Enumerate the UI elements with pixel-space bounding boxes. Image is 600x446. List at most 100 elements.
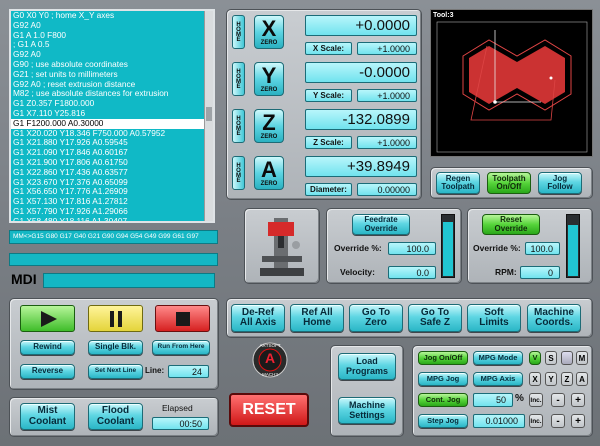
reset-override-button[interactable]: Reset Override — [482, 214, 540, 235]
reset-button[interactable]: RESET — [229, 393, 309, 427]
feedrate-override-button[interactable]: Feedrate Override — [352, 214, 410, 235]
gcode-line[interactable]: ; G1 A 0.5 — [11, 40, 213, 50]
jog-x-button[interactable]: X — [529, 372, 541, 386]
reverse-button[interactable]: Reverse — [20, 364, 75, 379]
axis-function-button-4[interactable]: Soft Limits — [467, 304, 521, 332]
logo-letter: A — [264, 350, 276, 366]
axis-function-button-0[interactable]: De-Ref All Axis — [231, 304, 285, 332]
mpg-jog-button[interactable]: MPG Jog — [418, 372, 468, 386]
zero-y-button[interactable]: Y ZERO — [254, 62, 284, 96]
gcode-listing[interactable]: G0 X0 Y0 ; home X_Y axes G92 A0 G1 A 1.0 F… — [9, 9, 215, 223]
zero-label: ZERO — [260, 40, 278, 46]
rewind-button[interactable]: Rewind — [20, 340, 75, 355]
single-block-button[interactable]: Single Blk. — [88, 340, 143, 355]
set-next-line-button[interactable]: Set Next Line — [88, 364, 143, 379]
jog-percent-minus-button[interactable]: - — [551, 393, 565, 407]
zero-x-button[interactable]: X ZERO — [254, 15, 284, 49]
machine-table — [262, 256, 302, 262]
toolpath-origin — [493, 100, 497, 104]
jog-s-button[interactable]: S — [545, 351, 557, 365]
home-label: HOME — [235, 69, 242, 89]
logo-top-text: ARTSOFT — [259, 343, 281, 348]
jog-onoff-button[interactable]: Jog On/Off — [418, 351, 468, 365]
home-x-button[interactable]: HOME — [232, 15, 245, 49]
dro-a-sub-value[interactable]: 0.00000 — [357, 183, 417, 196]
home-label: HOME — [235, 22, 242, 42]
mdi-label: MDI — [11, 271, 37, 287]
mpg-axis-button[interactable]: MPG Axis — [473, 372, 523, 386]
jog-percent-sign: % — [515, 393, 524, 404]
rpm-value: 0 — [520, 266, 560, 279]
machine-icon — [260, 218, 304, 276]
gcode-line[interactable]: G1 X58.480 Y18.116 A1.30407 — [11, 216, 213, 221]
home-y-button[interactable]: HOME — [232, 62, 245, 96]
dro-z-value[interactable]: -132.0899 — [305, 109, 417, 130]
jog-step-value[interactable]: 0.01000 — [473, 414, 525, 428]
jog-follow-button[interactable]: Jog Follow — [538, 172, 582, 194]
cycle-start-button[interactable] — [20, 305, 75, 332]
load-programs-button[interactable]: Load Programs — [338, 353, 396, 380]
status-bar — [9, 253, 218, 266]
axis-function-button-3[interactable]: Go To Safe Z — [408, 304, 462, 332]
cont-jog-button[interactable]: Cont. Jog — [418, 393, 468, 407]
zero-a-button[interactable]: A ZERO — [254, 156, 284, 190]
run-from-here-button[interactable]: Run From Here — [152, 340, 210, 355]
spindle-override-value[interactable]: 100.0 — [525, 242, 560, 255]
axis-function-button-5[interactable]: Machine Coords. — [527, 304, 581, 332]
home-z-button[interactable]: HOME — [232, 109, 245, 143]
logo-bottom-text: MACH3 — [262, 372, 278, 377]
spindle-slider-fill — [568, 225, 578, 276]
jog-percent-inc-button[interactable]: Inc. — [529, 393, 543, 407]
jog-percent-plus-button[interactable]: + — [571, 393, 585, 407]
home-a-button[interactable]: HOME — [232, 156, 245, 190]
step-jog-button[interactable]: Step Jog — [418, 414, 468, 428]
velocity-value: 0.0 — [388, 266, 436, 279]
axis-function-button-1[interactable]: Ref All Home — [290, 304, 344, 332]
dro-y-sub-value[interactable]: +1.0000 — [357, 89, 417, 102]
stop-button[interactable] — [155, 305, 210, 332]
toolpath-graphic — [436, 21, 588, 153]
mpg-mode-button[interactable]: MPG Mode — [473, 351, 523, 365]
machine-settings-button[interactable]: Machine Settings — [338, 397, 396, 424]
jog-step-inc-button[interactable]: Inc. — [529, 414, 543, 428]
jog-y-button[interactable]: Y — [545, 372, 557, 386]
mdi-input[interactable] — [43, 273, 215, 288]
dro-y-value[interactable]: -0.0000 — [305, 62, 417, 83]
pause-icon — [109, 310, 122, 327]
line-value[interactable]: 24 — [168, 365, 209, 378]
zero-label: ZERO — [260, 134, 278, 140]
zero-z-button[interactable]: Z ZERO — [254, 109, 284, 143]
feed-hold-button[interactable] — [88, 305, 143, 332]
gcode-line[interactable]: G0 X0 Y0 ; home X_Y axes — [11, 11, 213, 21]
dro-a-sub-label: Diameter: — [305, 183, 352, 196]
scrollbar-thumb[interactable] — [206, 107, 212, 121]
elapsed-label: Elapsed — [162, 403, 193, 413]
jog-step-minus-button[interactable]: - — [551, 414, 565, 428]
feedrate-slider[interactable] — [441, 214, 455, 278]
spindle-slider[interactable] — [566, 214, 580, 278]
jog-step-plus-button[interactable]: + — [571, 414, 585, 428]
jog-m-button[interactable]: M — [576, 351, 588, 365]
home-label: HOME — [235, 163, 242, 183]
dro-a-value[interactable]: +39.8949 — [305, 156, 417, 177]
zero-label: ZERO — [260, 181, 278, 187]
axis-function-button-2[interactable]: Go To Zero — [349, 304, 403, 332]
spindle-override-label: Override %: — [473, 243, 521, 253]
gcode-scrollbar[interactable] — [204, 11, 213, 221]
dro-x-value[interactable]: +0.0000 — [305, 15, 417, 36]
toolpath-onoff-button[interactable]: Toolpath On/Off — [487, 172, 531, 194]
jog-z-button[interactable]: Z — [561, 372, 573, 386]
jog-a-button[interactable]: A — [576, 372, 588, 386]
axis-letter: Z — [262, 110, 276, 135]
dro-x-sub-value[interactable]: +1.0000 — [357, 42, 417, 55]
jog-v-button[interactable]: V — [529, 351, 541, 365]
feed-override-value[interactable]: 100.0 — [388, 242, 436, 255]
flood-coolant-button[interactable]: Flood Coolant — [88, 403, 143, 430]
toolpath-display[interactable]: Tool:3 — [430, 9, 593, 157]
mist-coolant-button[interactable]: Mist Coolant — [20, 403, 75, 430]
stop-icon — [175, 311, 190, 326]
regen-toolpath-button[interactable]: Regen Toolpath — [436, 172, 480, 194]
toolpath-fill — [469, 46, 565, 104]
jog-percent-value[interactable]: 50 — [473, 393, 513, 407]
dro-z-sub-value[interactable]: +1.0000 — [357, 136, 417, 149]
